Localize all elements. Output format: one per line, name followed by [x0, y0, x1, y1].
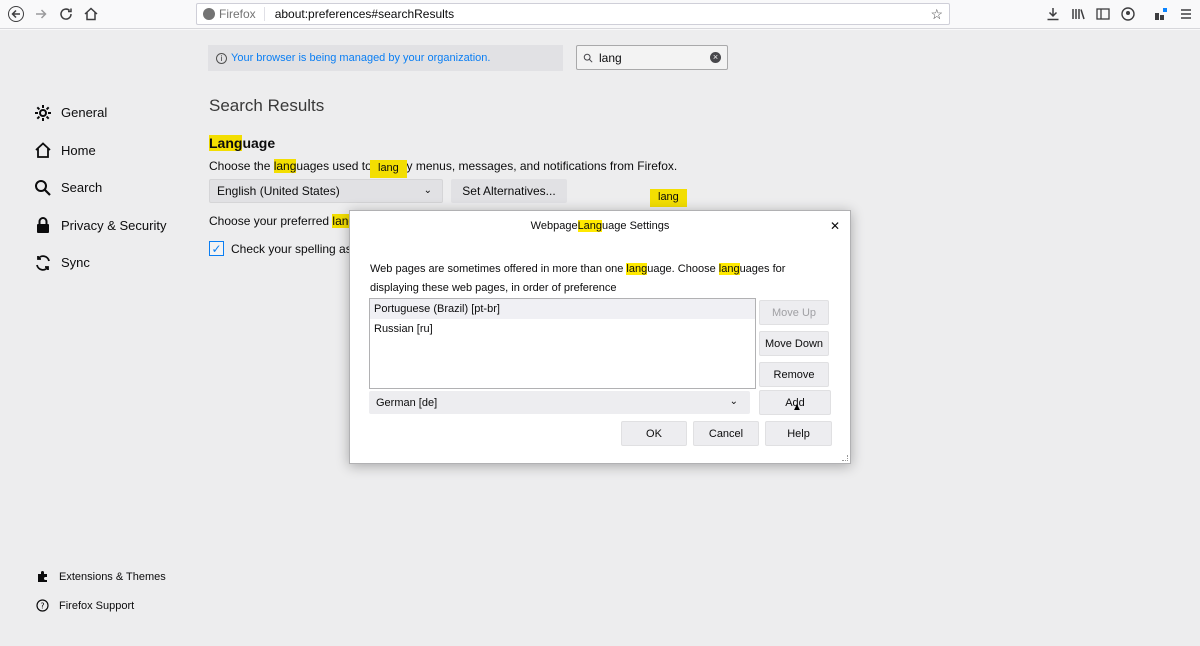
hamburger-icon: [1181, 9, 1191, 19]
account-button[interactable]: [1117, 3, 1139, 25]
remove-button[interactable]: Remove: [759, 362, 829, 387]
help-button[interactable]: Help: [765, 421, 832, 446]
title-pre: Webpage: [530, 220, 578, 232]
browser-toolbar: Firefox about:preferences#searchResults …: [0, 0, 1200, 29]
download-icon: [1047, 8, 1059, 21]
account-icon: [1121, 7, 1135, 21]
active-languages-list[interactable]: Portuguese (Brazil) [pt-br] Russian [ru]: [369, 298, 756, 389]
highlight-match: lang: [626, 263, 648, 275]
save-to-pocket-button[interactable]: [1042, 3, 1064, 25]
extensions-button[interactable]: [1150, 3, 1172, 25]
list-item[interactable]: Russian [ru]: [370, 319, 755, 339]
bookmark-star-icon[interactable]: ☆: [930, 6, 943, 23]
move-up-button[interactable]: Move Up: [759, 300, 829, 325]
webpage-language-dialog: Webpage Lang uage Settings ✕ Web pages ar…: [349, 210, 851, 464]
move-down-button[interactable]: Move Down: [759, 331, 829, 356]
extensions-icon: [1155, 8, 1167, 20]
desc-1: Web pages are sometimes offered in more …: [370, 263, 627, 275]
close-icon[interactable]: ✕: [830, 219, 840, 233]
chevron-down-icon: ⌄: [729, 396, 738, 407]
arrow-left-icon: [8, 6, 24, 22]
identity-label: Firefox: [219, 7, 256, 21]
home-button[interactable]: [80, 3, 102, 25]
sidebar-icon: [1096, 8, 1110, 20]
forward-button[interactable]: [30, 3, 52, 25]
dialog-description: Web pages are sometimes offered in more …: [370, 260, 830, 298]
library-icon: [1072, 9, 1085, 20]
menu-button[interactable]: [1175, 3, 1197, 25]
reload-button[interactable]: [55, 3, 77, 25]
title-post: uage Settings: [602, 220, 670, 232]
mouse-cursor-icon: ▲: [792, 402, 802, 413]
list-item[interactable]: Portuguese (Brazil) [pt-br]: [370, 299, 755, 319]
ok-button[interactable]: OK: [621, 421, 687, 446]
resize-grip-icon[interactable]: [842, 455, 848, 461]
url-text[interactable]: about:preferences#searchResults: [265, 7, 454, 21]
library-button[interactable]: [1067, 3, 1089, 25]
cancel-button[interactable]: Cancel: [693, 421, 759, 446]
back-button[interactable]: [5, 3, 27, 25]
identity-box[interactable]: Firefox: [197, 7, 265, 21]
url-bar[interactable]: Firefox about:preferences#searchResults …: [196, 3, 950, 25]
highlight-match: lang: [718, 263, 740, 275]
available-languages-select[interactable]: German [de] ⌄: [369, 391, 750, 414]
arrow-right-icon: [36, 9, 47, 19]
home-icon: [84, 7, 98, 21]
available-language-value: German [de]: [376, 396, 438, 409]
dialog-title: Webpage Lang uage Settings: [350, 211, 850, 241]
reload-icon: [60, 8, 72, 20]
desc-2: uage. Choose: [647, 263, 719, 275]
highlight-match: Lang: [577, 220, 603, 232]
firefox-logo-icon: [203, 8, 215, 20]
sidebar-button[interactable]: [1092, 3, 1114, 25]
